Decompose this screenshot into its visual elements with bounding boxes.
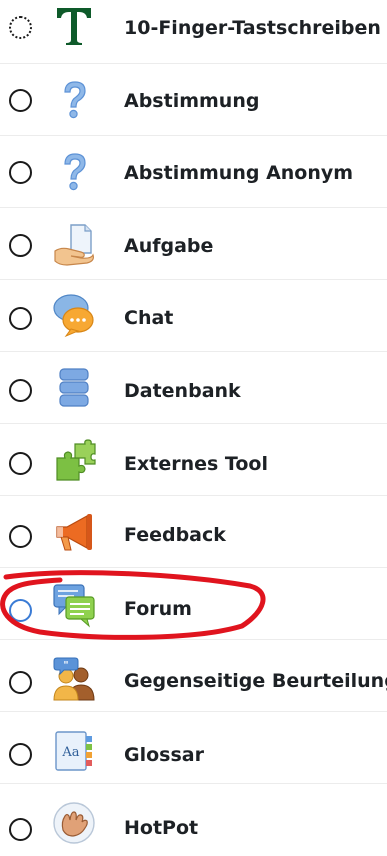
activity-radio[interactable] <box>9 525 32 548</box>
glossary-book-icon: Aa <box>51 728 97 774</box>
activity-option-abstimmung[interactable]: Abstimmung <box>0 64 387 136</box>
activity-label: Externes Tool <box>124 453 268 475</box>
chat-bubbles-icon <box>51 292 97 338</box>
activity-radio[interactable] <box>9 234 32 257</box>
forum-bubbles-icon <box>51 582 97 628</box>
activity-option-aufgabe[interactable]: Aufgabe <box>0 208 387 280</box>
question-mark-icon <box>51 77 97 123</box>
activity-option-datenbank[interactable]: Datenbank <box>0 352 387 424</box>
megaphone-icon <box>51 510 97 556</box>
activity-radio[interactable] <box>9 307 32 330</box>
puzzle-icon <box>51 438 97 484</box>
activity-option-externes-tool[interactable]: Externes Tool <box>0 424 387 496</box>
activity-radio[interactable] <box>9 161 32 184</box>
activity-option-chat[interactable]: Chat <box>0 280 387 352</box>
activity-radio[interactable] <box>9 818 32 841</box>
activity-radio[interactable] <box>9 89 32 112</box>
activity-option-feedback[interactable]: Feedback <box>0 496 387 568</box>
activity-option-10-finger-tastschreiben[interactable]: 10-Finger-Tastschreiben <box>0 0 387 64</box>
activity-option-gegenseitige-beurteilung[interactable]: " Gegenseitige Beurteilung <box>0 640 387 712</box>
activity-label: Gegenseitige Beurteilung <box>124 670 387 692</box>
assignment-hand-icon <box>51 221 97 267</box>
activity-label: 10-Finger-Tastschreiben <box>124 17 381 39</box>
activity-label: HotPot <box>124 817 199 839</box>
activity-option-abstimmung-anonym[interactable]: Abstimmung Anonym <box>0 136 387 208</box>
activity-label: Forum <box>124 598 192 620</box>
activity-label: Chat <box>124 307 174 329</box>
activity-radio-selected[interactable] <box>9 599 32 622</box>
activity-label: Glossar <box>124 744 204 766</box>
activity-label: Aufgabe <box>124 235 214 257</box>
svg-text:Aa: Aa <box>61 745 79 760</box>
activity-option-hotpot[interactable]: HotPot <box>0 784 387 856</box>
workshop-people-icon: " <box>51 656 97 702</box>
activity-label: Datenbank <box>124 380 241 402</box>
activity-radio[interactable] <box>9 452 32 475</box>
question-mark-icon <box>51 149 97 195</box>
svg-text:": " <box>63 660 68 671</box>
database-icon <box>51 365 97 411</box>
activity-label: Abstimmung Anonym <box>124 162 354 184</box>
activity-radio[interactable] <box>9 743 32 766</box>
activity-radio[interactable] <box>9 16 32 39</box>
activity-radio[interactable] <box>9 671 32 694</box>
typewriter-t-icon <box>51 2 97 48</box>
activity-chooser-list: 10-Finger-Tastschreiben Abstimmung Absti… <box>0 0 387 844</box>
activity-option-glossar[interactable]: Aa Glossar <box>0 712 387 784</box>
activity-radio[interactable] <box>9 379 32 402</box>
activity-label: Abstimmung <box>124 90 260 112</box>
activity-option-forum[interactable]: Forum <box>0 568 387 640</box>
activity-label: Feedback <box>124 524 226 546</box>
hotpot-hand-icon <box>51 800 97 846</box>
